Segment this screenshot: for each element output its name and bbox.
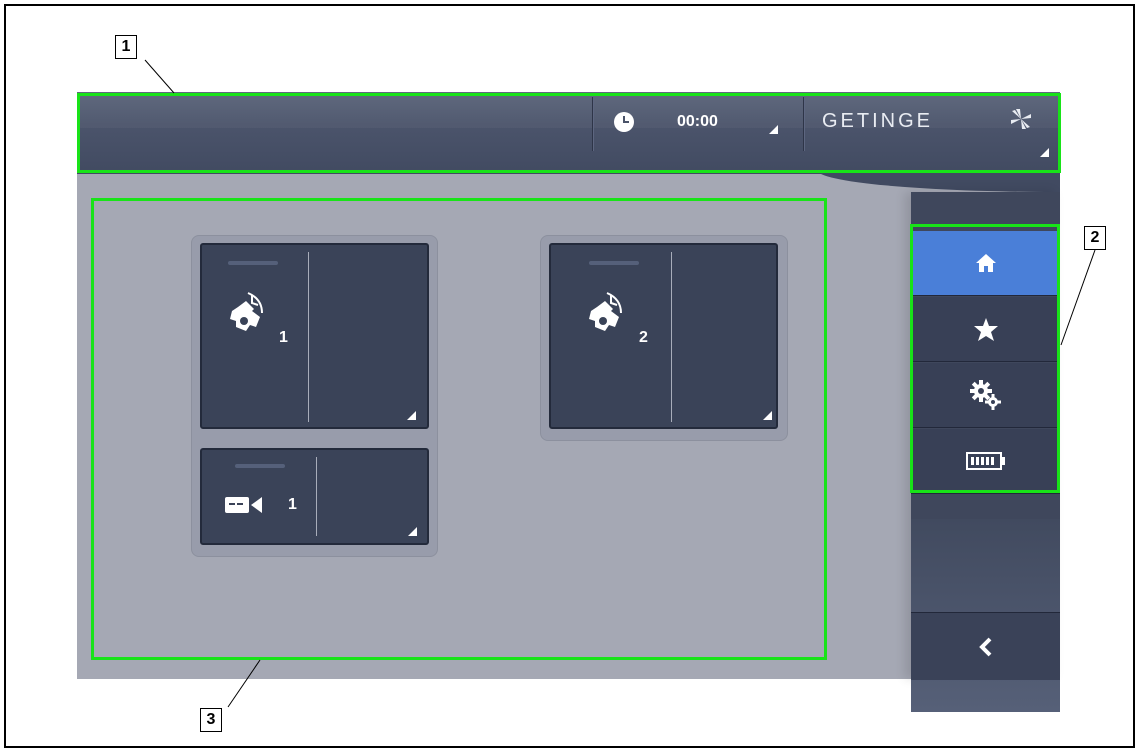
callout-1: 1 [115, 35, 137, 59]
callout-3: 3 [200, 708, 222, 732]
leader-lines [144, 59, 1096, 708]
callout-2: 2 [1084, 226, 1106, 250]
